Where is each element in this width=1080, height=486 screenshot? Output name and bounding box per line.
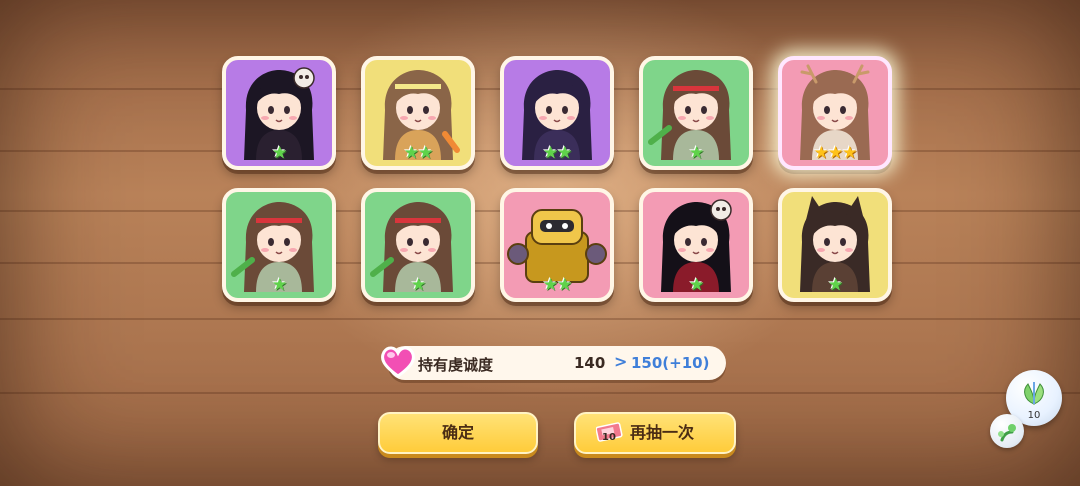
star-icon: ★: [827, 275, 843, 295]
result-card[interactable]: ★: [222, 56, 336, 170]
result-card[interactable]: ★★★: [778, 56, 892, 170]
result-card[interactable]: ★★: [361, 56, 475, 170]
draw-again-label: 再抽一次: [629, 423, 694, 442]
star-icon: ★: [813, 143, 829, 163]
result-card[interactable]: ★: [639, 56, 753, 170]
draw-again-button[interactable]: 10 再抽一次: [574, 412, 736, 454]
devotion-bar: 持有虔诚度 140 > 150(+10): [381, 346, 726, 380]
result-card[interactable]: ★: [361, 188, 475, 302]
star-icon: ★: [418, 143, 433, 163]
plank-line: [0, 392, 1080, 394]
star-icon: ★: [557, 143, 572, 163]
result-card[interactable]: ★★: [500, 56, 614, 170]
confirm-button[interactable]: 确定: [378, 412, 538, 454]
star-rating: ★: [782, 276, 888, 294]
confirm-button-label: 确定: [441, 423, 474, 442]
result-card[interactable]: ★: [639, 188, 753, 302]
star-icon: ★: [557, 275, 572, 295]
star-icon: ★: [827, 143, 843, 163]
devotion-next: 150(+10): [631, 354, 710, 372]
star-rating: ★: [643, 276, 749, 294]
star-rating: ★★: [365, 144, 471, 162]
sprout-icon: [998, 424, 1016, 442]
star-icon: ★: [688, 275, 704, 295]
plank-line: [0, 318, 1080, 320]
star-rating: ★: [643, 144, 749, 162]
star-icon: ★: [542, 143, 558, 163]
star-icon: ★: [688, 143, 704, 163]
ticket-count: 10: [602, 432, 616, 443]
star-rating: ★: [226, 144, 332, 162]
heart-icon: [381, 346, 415, 378]
star-icon: ★: [403, 143, 419, 163]
star-icon: ★: [271, 275, 287, 295]
star-icon: ★: [410, 275, 426, 295]
star-rating: ★: [226, 276, 332, 294]
devotion-current: 140: [574, 354, 606, 372]
star-rating: ★: [365, 276, 471, 294]
star-rating: ★★: [504, 144, 610, 162]
star-icon: ★: [271, 143, 287, 163]
devotion-label: 持有虔诚度: [418, 356, 494, 374]
result-card[interactable]: ★: [778, 188, 892, 302]
star-icon: ★: [542, 275, 558, 295]
result-card[interactable]: ★★: [500, 188, 614, 302]
star-rating: ★★★: [782, 144, 888, 162]
devotion-arrow: >: [614, 352, 628, 371]
star-icon: ★: [842, 143, 857, 163]
result-card[interactable]: ★: [222, 188, 336, 302]
star-rating: ★★: [504, 276, 610, 294]
sprout-bubble[interactable]: [990, 414, 1024, 448]
